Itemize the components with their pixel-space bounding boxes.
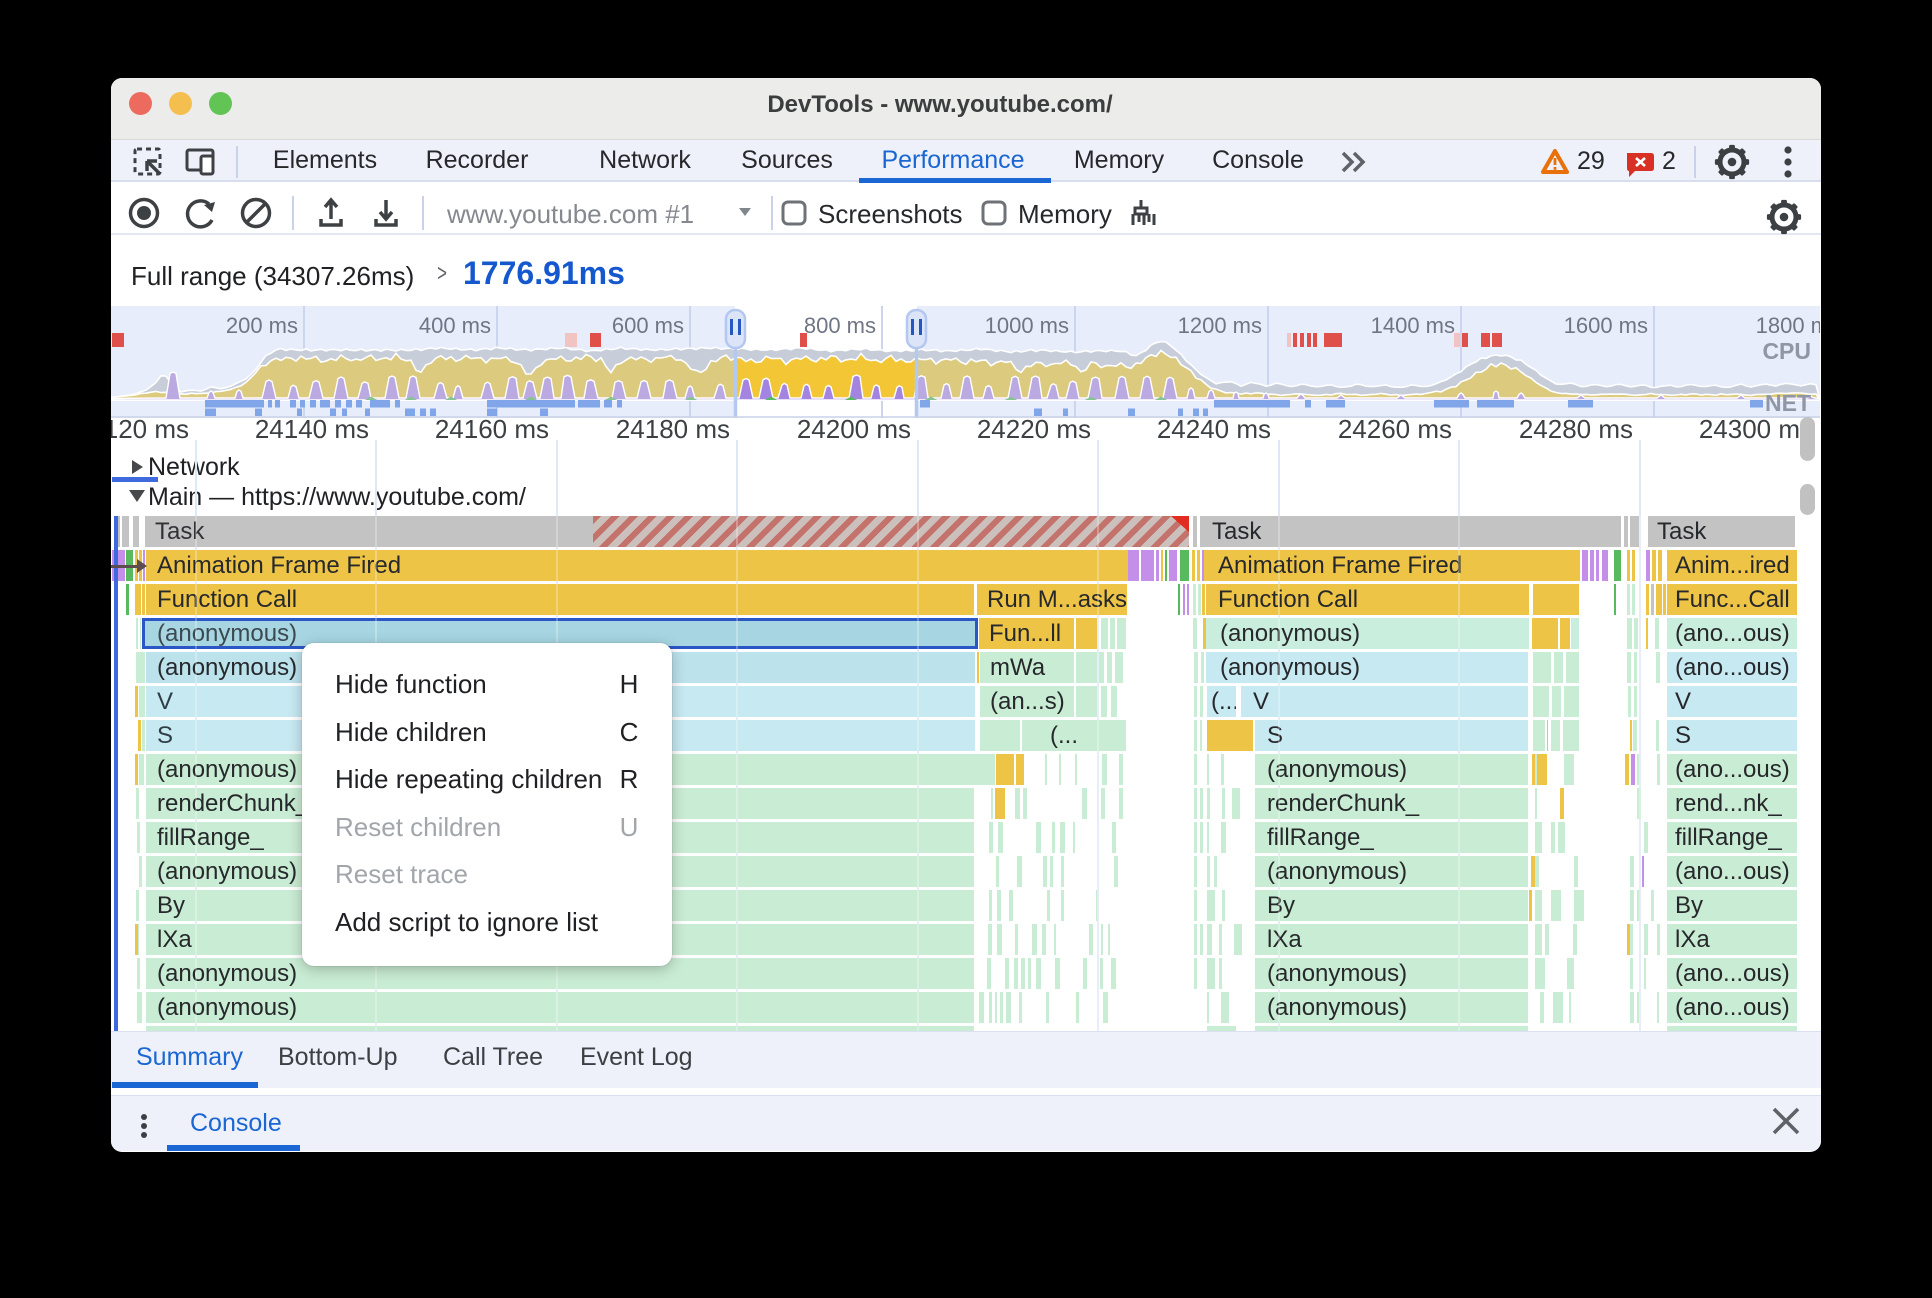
svg-text:CPU: CPU: [1762, 338, 1811, 364]
svg-text:1200 ms: 1200 ms: [1178, 313, 1262, 338]
svg-text:1000 ms: 1000 ms: [985, 313, 1069, 338]
svg-text:400 ms: 400 ms: [419, 313, 491, 338]
svg-text:800 ms: 800 ms: [804, 313, 876, 338]
svg-text:1600 ms: 1600 ms: [1564, 313, 1648, 338]
svg-text:1400 ms: 1400 ms: [1371, 313, 1455, 338]
svg-text:1800 ms: 1800 ms: [1756, 313, 1820, 338]
svg-text:200 ms: 200 ms: [226, 313, 298, 338]
svg-text:NET: NET: [1765, 390, 1811, 416]
svg-text:600 ms: 600 ms: [612, 313, 684, 338]
